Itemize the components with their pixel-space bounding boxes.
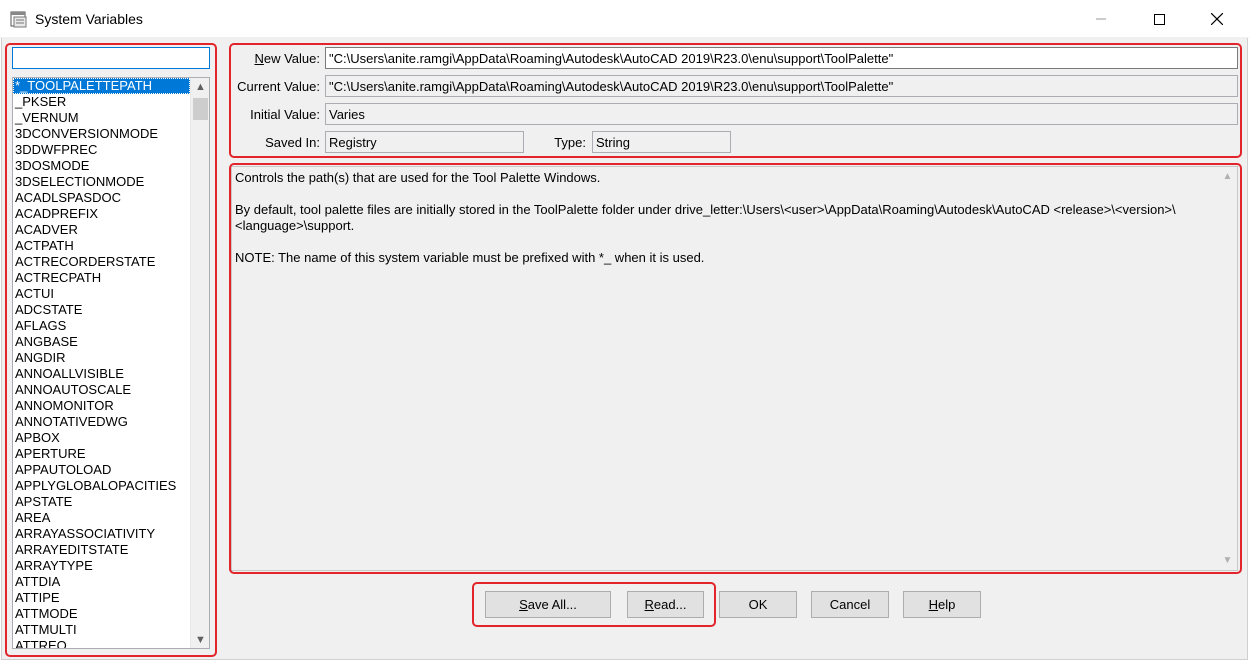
variable-list-item[interactable]: 3DDWFPREC (13, 142, 190, 158)
close-icon (1211, 13, 1223, 25)
variable-list-item[interactable]: ARRAYTYPE (13, 558, 190, 574)
variable-list-item[interactable]: ATTMULTI (13, 622, 190, 638)
variable-list-items: *_TOOLPALETTEPATH _PKSER _VERNUM 3DCONVERSI… (13, 78, 190, 648)
variable-list-item[interactable]: ANGBASE (13, 334, 190, 350)
variable-list-item[interactable]: 3DCONVERSIONMODE (13, 126, 190, 142)
minimize-icon (1096, 18, 1106, 20)
variable-list-item[interactable]: APPLYGLOBALOPACITIES (13, 478, 190, 494)
save-all-button[interactable]: Save All... (485, 591, 611, 618)
description-scroll-up-icon[interactable]: ▲ (1219, 168, 1236, 185)
variable-list-item[interactable]: *_TOOLPALETTEPATH (13, 78, 190, 94)
description-text: Controls the path(s) that are used for t… (231, 166, 1238, 571)
current-value-label: Current Value: (237, 79, 320, 94)
variable-list-item[interactable]: APPAUTOLOAD (13, 462, 190, 478)
variable-list-item[interactable]: ANNOAUTOSCALE (13, 382, 190, 398)
maximize-icon (1153, 13, 1165, 25)
variable-list-item[interactable]: ACADVER (13, 222, 190, 238)
variable-list-item[interactable]: ARRAYEDITSTATE (13, 542, 190, 558)
variable-list-item[interactable]: 3DOSMODE (13, 158, 190, 174)
variable-list-item[interactable]: APERTURE (13, 446, 190, 462)
type-field: String (592, 131, 731, 153)
close-button[interactable] (1188, 0, 1246, 38)
variable-list-item[interactable]: ANNOTATIVEDWG (13, 414, 190, 430)
initial-value-label: Initial Value: (250, 107, 320, 122)
variable-list[interactable]: *_TOOLPALETTEPATH _PKSER _VERNUM 3DCONVERSI… (12, 77, 210, 649)
variable-list-item[interactable]: ATTMODE (13, 606, 190, 622)
type-label: Type: (554, 135, 586, 150)
description-scroll-down-icon[interactable]: ▼ (1219, 552, 1236, 569)
ok-button[interactable]: OK (719, 591, 797, 618)
variable-list-item[interactable]: ACTUI (13, 286, 190, 302)
variable-list-item[interactable]: AFLAGS (13, 318, 190, 334)
variable-list-item[interactable]: _PKSER (13, 94, 190, 110)
variable-list-item[interactable]: ANGDIR (13, 350, 190, 366)
initial-value-field: Varies (325, 103, 1238, 125)
variable-list-item[interactable]: ARRAYASSOCIATIVITY (13, 526, 190, 542)
help-button[interactable]: Help (903, 591, 981, 618)
variable-list-item[interactable]: ACADLSPASDOC (13, 190, 190, 206)
scroll-down-arrow-icon[interactable]: ▼ (191, 631, 209, 648)
variable-list-item[interactable]: APSTATE (13, 494, 190, 510)
scroll-up-arrow-icon[interactable]: ▲ (191, 78, 209, 95)
new-value-field[interactable]: "C:\Users\anite.ramgi\AppData\Roaming\Au… (325, 47, 1238, 69)
minimize-button[interactable] (1072, 0, 1130, 38)
variable-list-item[interactable]: AREA (13, 510, 190, 526)
variable-list-item[interactable]: ATTREQ (13, 638, 190, 648)
read-button[interactable]: Read... (627, 591, 704, 618)
current-value-field: "C:\Users\anite.ramgi\AppData\Roaming\Au… (325, 75, 1238, 97)
saved-in-label: Saved In: (265, 135, 320, 150)
description-line-1: Controls the path(s) that are used for t… (235, 170, 601, 185)
variable-search-input[interactable] (12, 47, 210, 69)
variable-list-item[interactable]: APBOX (13, 430, 190, 446)
variable-list-item[interactable]: ADCSTATE (13, 302, 190, 318)
variable-list-item[interactable]: ANNOMONITOR (13, 398, 190, 414)
variable-list-item[interactable]: _VERNUM (13, 110, 190, 126)
variable-list-item[interactable]: ATTDIA (13, 574, 190, 590)
title-bar: System Variables (0, 0, 1249, 38)
variable-list-item[interactable]: ACTRECPATH (13, 270, 190, 286)
saved-in-field: Registry (325, 131, 524, 153)
app-window-icon (10, 11, 27, 28)
description-line-2: By default, tool palette files are initi… (235, 202, 1176, 233)
window-title: System Variables (35, 11, 143, 27)
description-scrollbar[interactable]: ▲ ▼ (1219, 168, 1236, 569)
variable-list-item[interactable]: 3DSELECTIONMODE (13, 174, 190, 190)
variable-list-item[interactable]: ATTIPE (13, 590, 190, 606)
variable-list-item[interactable]: ANNOALLVISIBLE (13, 366, 190, 382)
maximize-button[interactable] (1130, 0, 1188, 38)
variable-list-scrollbar[interactable]: ▲ ▼ (190, 78, 209, 648)
new-value-label: New Value: (254, 51, 320, 66)
cancel-button[interactable]: Cancel (811, 591, 889, 618)
description-line-3: NOTE: The name of this system variable m… (235, 250, 705, 265)
variable-list-item[interactable]: ACTPATH (13, 238, 190, 254)
scroll-thumb[interactable] (193, 98, 208, 120)
variable-list-item[interactable]: ACTRECORDERSTATE (13, 254, 190, 270)
variable-list-item[interactable]: ACADPREFIX (13, 206, 190, 222)
